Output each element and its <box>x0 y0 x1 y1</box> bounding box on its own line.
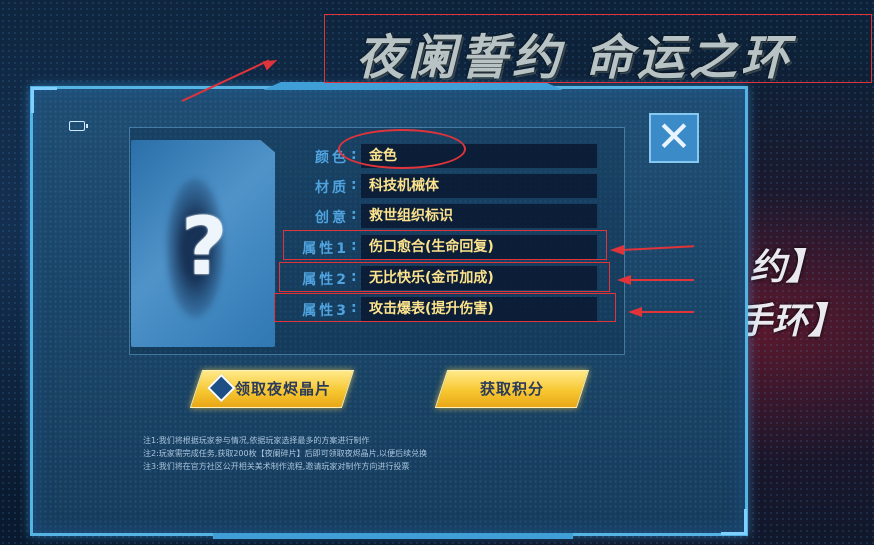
attribute-value: 科技机械体 <box>361 174 597 198</box>
question-mark-icon: ? <box>181 200 228 293</box>
corner-decoration <box>744 509 747 535</box>
battery-icon <box>69 121 88 131</box>
attribute-label: 材质 <box>315 180 349 196</box>
dialog-top-bar <box>263 82 563 90</box>
claim-chip-button[interactable]: 领取夜烬晶片 <box>189 370 355 408</box>
note-line-2: 注2:玩家需完成任务,获取200枚【夜阑碎片】后即可领取夜烬晶片,以便后续兑换 <box>143 449 428 458</box>
annotation-arrow-line <box>640 311 694 313</box>
annotation-ellipse-color <box>338 129 466 169</box>
annotation-box-property-1 <box>283 230 607 260</box>
attribute-value: 救世组织标识 <box>361 204 597 228</box>
background-text-line2: 手环】 <box>736 301 845 342</box>
mystery-item-card: ? <box>131 140 275 347</box>
attribute-label: 创意 <box>315 210 349 226</box>
corner-decoration <box>31 87 57 90</box>
close-button[interactable]: ✕ <box>649 113 699 163</box>
note-line-3: 注3:我们将在官方社区公开相关美术制作流程,邀请玩家对制作方向进行投票 <box>143 462 410 471</box>
arrow-head-icon <box>617 275 631 285</box>
claim-chip-label: 领取夜烬晶片 <box>234 380 331 398</box>
arrow-head-icon <box>628 307 642 317</box>
annotation-arrow-line <box>630 279 694 281</box>
background-text-line1: 约】 <box>750 247 823 288</box>
annotation-box-property-3 <box>274 293 616 322</box>
get-points-button[interactable]: 获取积分 <box>434 370 590 408</box>
dialog-bottom-bar <box>213 533 573 539</box>
note-line-1: 注1:我们将根据玩家参与情况,依据玩家选择最多的方案进行制作 <box>143 436 370 445</box>
arrow-head-icon <box>610 245 624 255</box>
corner-decoration <box>31 87 34 113</box>
get-points-label: 获取积分 <box>479 380 544 398</box>
close-icon: ✕ <box>656 112 692 161</box>
annotation-box-property-2 <box>279 262 610 292</box>
annotation-box-title <box>324 14 872 83</box>
